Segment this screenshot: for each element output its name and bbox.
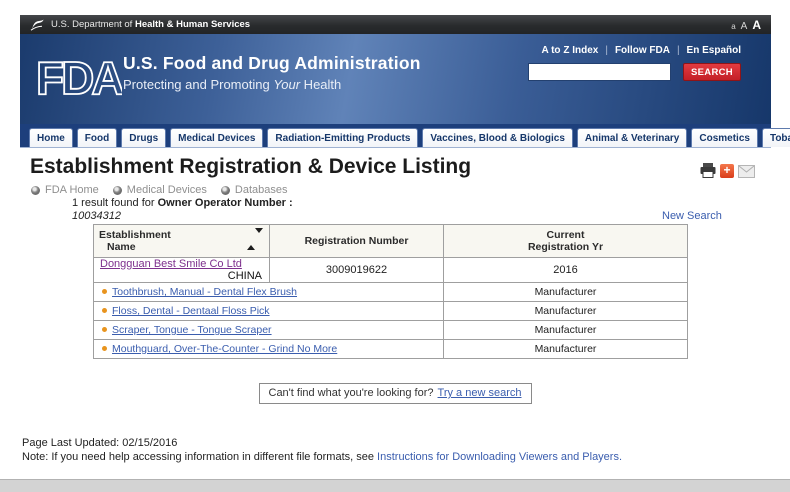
device-role: Manufacturer — [444, 340, 688, 359]
bullet-icon — [102, 289, 107, 294]
tab-tobacco-products[interactable]: Tobacco Products — [762, 128, 790, 147]
result-summary: 1 result found for Owner Operator Number… — [72, 197, 293, 222]
page-last-updated: Page Last Updated: 02/15/2016 — [22, 437, 622, 451]
breadcrumb-dot-icon — [113, 186, 122, 195]
font-size-small[interactable]: a — [731, 22, 735, 31]
email-icon[interactable] — [738, 165, 755, 178]
search-input[interactable] — [528, 63, 671, 81]
hhs-label: U.S. Department of Health & Human Servic… — [51, 19, 250, 30]
site-chrome: U.S. Department of Health & Human Servic… — [20, 15, 771, 148]
viewers-players-link[interactable]: Instructions for Downloading Viewers and… — [377, 451, 622, 463]
fda-title: U.S. Food and Drug Administration — [123, 53, 421, 74]
device-row: Toothbrush, Manual - Dental Flex Brush M… — [94, 283, 688, 302]
registration-number-header: Registration Number — [270, 225, 444, 258]
bullet-icon — [102, 308, 107, 313]
table-header-row: Establishment Name Registration Number C… — [94, 225, 688, 258]
screen: U.S. Department of Health & Human Servic… — [0, 0, 790, 492]
device-role: Manufacturer — [444, 283, 688, 302]
tab-cosmetics[interactable]: Cosmetics — [691, 128, 758, 147]
tab-home[interactable]: Home — [29, 128, 73, 147]
fda-header: FDA U.S. Food and Drug Administration Pr… — [20, 34, 771, 124]
page-title: Establishment Registration & Device List… — [30, 155, 471, 179]
hhs-eagle-icon — [30, 18, 45, 31]
breadcrumb-dot-icon — [31, 186, 40, 195]
breadcrumb-databases[interactable]: Databases — [221, 184, 288, 196]
registration-number-value: 3009019622 — [270, 258, 444, 283]
device-link[interactable]: Toothbrush, Manual - Dental Flex Brush — [112, 286, 297, 298]
footer-note: Note: If you need help accessing informa… — [22, 451, 622, 465]
tab-vaccines-blood-biologics[interactable]: Vaccines, Blood & Biologics — [422, 128, 572, 147]
hhs-top-bar: U.S. Department of Health & Human Servic… — [20, 15, 771, 34]
fda-tagline: Protecting and Promoting Your Health — [123, 77, 421, 92]
bullet-icon — [102, 327, 107, 332]
tab-drugs[interactable]: Drugs — [121, 128, 166, 147]
bottom-strip — [0, 479, 790, 492]
device-row: Scraper, Tongue - Tongue Scraper Manufac… — [94, 321, 688, 340]
tab-medical-devices[interactable]: Medical Devices — [170, 128, 263, 147]
establishment-name-header: Establishment Name — [94, 225, 270, 258]
share-plus-icon[interactable]: + — [720, 164, 734, 178]
font-size-large[interactable]: A — [752, 18, 761, 32]
fda-title-block: U.S. Food and Drug Administration Protec… — [123, 53, 421, 92]
device-row: Floss, Dental - Dentaal Floss Pick Manuf… — [94, 302, 688, 321]
header-right: A to Z Index | Follow FDA | En Español SEARC… — [528, 45, 741, 81]
fda-logo[interactable]: FDA — [34, 52, 122, 109]
registration-yr-header: Current Registration Yr — [444, 225, 688, 258]
breadcrumb-medical-devices[interactable]: Medical Devices — [113, 184, 207, 196]
follow-fda-link[interactable]: Follow FDA — [615, 45, 670, 56]
link-separator: | — [605, 45, 608, 56]
en-espanol-link[interactable]: En Español — [687, 45, 741, 56]
device-link[interactable]: Scraper, Tongue - Tongue Scraper — [112, 324, 272, 336]
page-action-icons: + — [700, 163, 755, 183]
breadcrumb-fda-home[interactable]: FDA Home — [31, 184, 99, 196]
a-to-z-link[interactable]: A to Z Index — [541, 45, 598, 56]
device-role: Manufacturer — [444, 302, 688, 321]
main-nav: Home Food Drugs Medical Devices Radiatio… — [20, 124, 771, 148]
search-button[interactable]: SEARCH — [683, 63, 741, 81]
sort-icon[interactable] — [247, 233, 263, 245]
svg-text:FDA: FDA — [36, 52, 122, 104]
search-row: SEARCH — [528, 63, 741, 81]
device-link[interactable]: Mouthguard, Over-The-Counter - Grind No … — [112, 343, 337, 355]
page-footer: Page Last Updated: 02/15/2016 Note: If y… — [22, 437, 622, 464]
try-new-search-box: Can't find what you're looking for? Try a… — [259, 383, 532, 404]
breadcrumb: FDA Home Medical Devices Databases — [31, 184, 301, 196]
device-role: Manufacturer — [444, 321, 688, 340]
breadcrumb-dot-icon — [221, 186, 230, 195]
font-size-medium[interactable]: A — [741, 21, 748, 32]
link-separator: | — [677, 45, 680, 56]
try-new-search-link[interactable]: Try a new search — [438, 387, 522, 399]
results-table: Establishment Name Registration Number C… — [93, 224, 688, 359]
tab-animal-veterinary[interactable]: Animal & Veterinary — [577, 128, 687, 147]
new-search-link[interactable]: New Search — [662, 210, 722, 222]
establishment-row: Dongguan Best Smile Co Ltd CHINA 3009019… — [94, 258, 688, 283]
device-row: Mouthguard, Over-The-Counter - Grind No … — [94, 340, 688, 359]
try-new-search-text: Can't find what you're looking for? — [269, 387, 434, 399]
tab-radiation-emitting-products[interactable]: Radiation-Emitting Products — [267, 128, 418, 147]
bullet-icon — [102, 346, 107, 351]
establishment-country: CHINA — [228, 270, 262, 282]
tab-food[interactable]: Food — [77, 128, 117, 147]
header-links: A to Z Index | Follow FDA | En Español — [528, 45, 741, 56]
font-size-controls: a A A — [731, 18, 761, 32]
print-icon[interactable] — [700, 163, 716, 183]
establishment-link[interactable]: Dongguan Best Smile Co Ltd — [100, 258, 242, 270]
registration-year-value: 2016 — [444, 258, 688, 283]
owner-operator-number: 10034312 — [72, 210, 293, 223]
device-link[interactable]: Floss, Dental - Dentaal Floss Pick — [112, 305, 270, 317]
